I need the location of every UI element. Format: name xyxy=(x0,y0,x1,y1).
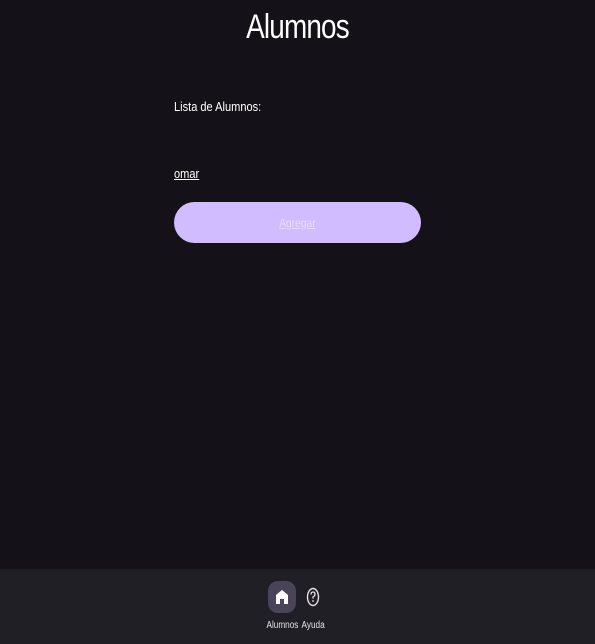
nav-item-ayuda[interactable]: Ayuda xyxy=(293,581,333,631)
nav-active-indicator xyxy=(268,581,296,613)
nav-inactive-indicator xyxy=(299,581,327,613)
app-screen: Alumnos Lista de Alumnos: omar Agregar A… xyxy=(0,0,595,644)
bottom-navigation-bar: Alumnos Ayuda xyxy=(0,569,595,644)
add-button-label: Agregar xyxy=(279,215,316,230)
home-icon xyxy=(276,590,288,604)
nav-label-ayuda: Ayuda xyxy=(301,620,325,631)
student-list-label: Lista de Alumnos: xyxy=(174,99,262,114)
page-title: Alumnos xyxy=(246,8,350,46)
help-circle-icon xyxy=(306,587,320,607)
add-student-button[interactable]: Agregar xyxy=(174,202,421,243)
student-list-item[interactable]: omar xyxy=(174,166,199,181)
